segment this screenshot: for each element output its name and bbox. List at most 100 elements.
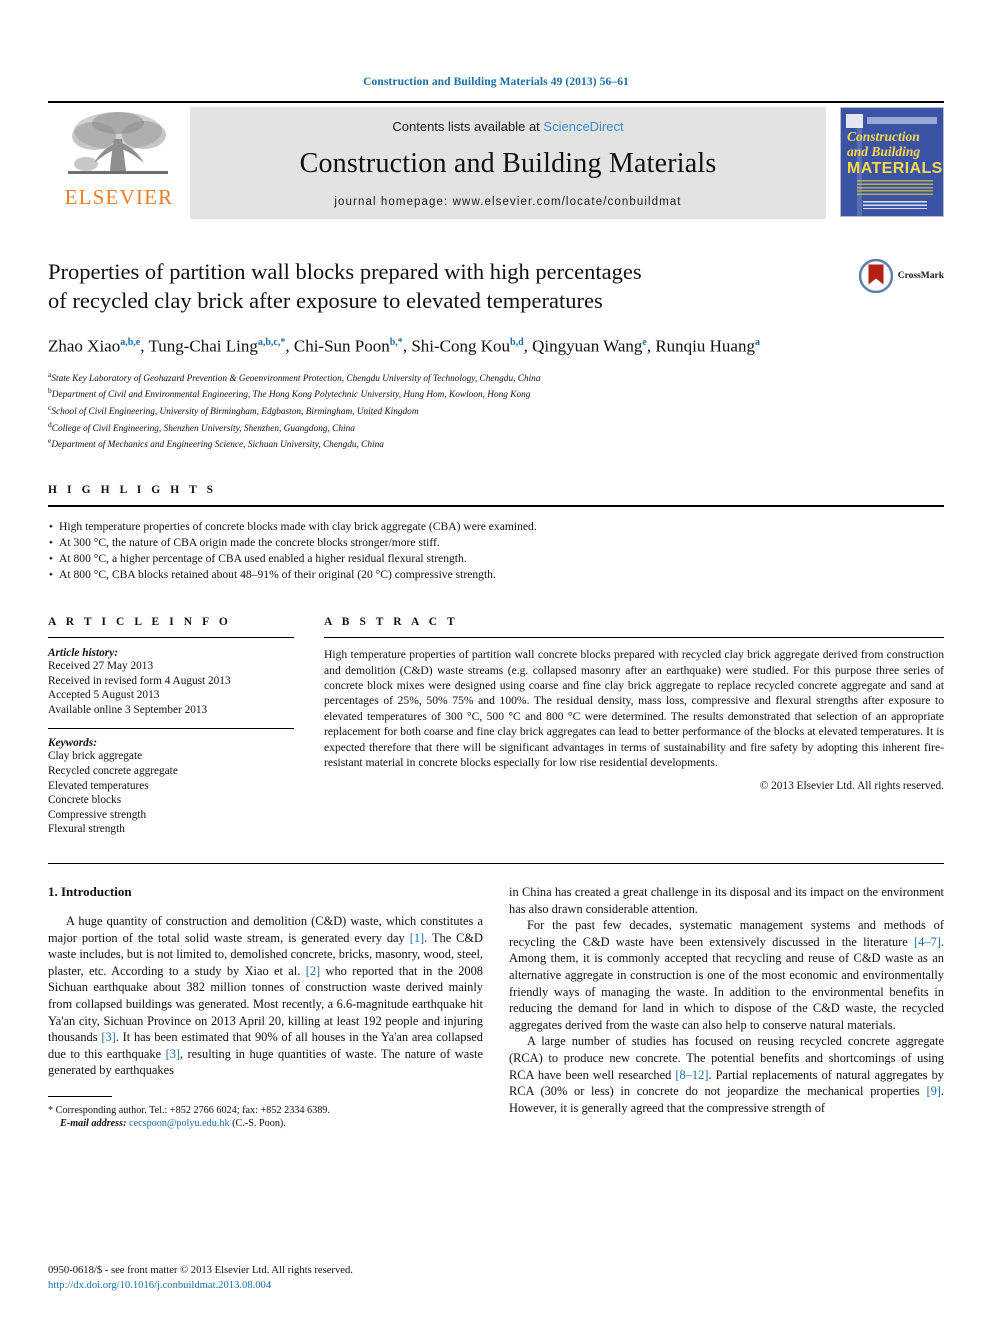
intro-paragraph-2: For the past few decades, systematic man…: [509, 917, 944, 1033]
cover-subtext-block: [857, 180, 933, 196]
author-affiliation-marker: b,d: [510, 337, 524, 348]
keywords-lines: Clay brick aggregate Recycled concrete ag…: [48, 749, 294, 837]
page-title: Properties of partition wall blocks prep…: [48, 257, 824, 315]
author-affiliation-marker: b,*: [389, 337, 403, 348]
abstract-rule: [324, 637, 944, 639]
body-left-column: 1. Introduction A huge quantity of const…: [48, 884, 483, 1131]
masthead-center-panel: Contents lists available at ScienceDirec…: [190, 107, 826, 219]
email-link[interactable]: cecspoon@polyu.edu.hk: [129, 1118, 229, 1129]
affiliation-text: School of Civil Engineering, University …: [51, 407, 419, 418]
keyword-item: Recycled concrete aggregate: [48, 765, 178, 778]
cover-title-line1: Construction: [847, 129, 920, 144]
journal-masthead: ELSEVIER Contents lists available at Sci…: [48, 101, 944, 221]
highlight-item: At 800 °C, a higher percentage of CBA us…: [48, 551, 944, 567]
info-abstract-row: A R T I C L E I N F O Article history: R…: [48, 616, 944, 837]
intro-paragraph-1-continued: in China has created a great challenge i…: [509, 885, 944, 916]
corresponding-author-note: * Corresponding author. Tel.: +852 2766 …: [48, 1104, 478, 1131]
email-line: E-mail address: cecspoon@polyu.edu.hk (C…: [48, 1117, 478, 1130]
citation-ref-8-12[interactable]: [8–12]: [675, 1068, 708, 1082]
running-head: Construction and Building Materials 49 (…: [363, 76, 629, 88]
citation-ref-3b[interactable]: [3]: [166, 1047, 180, 1061]
citation-ref-2[interactable]: [2]: [306, 964, 320, 978]
article-info-column: A R T I C L E I N F O Article history: R…: [48, 616, 294, 837]
highlights-heading: H I G H L I G H T S: [48, 484, 217, 497]
keyword-item: Compressive strength: [48, 808, 147, 821]
affiliation-item: eDepartment of Mechanics and Engineering…: [48, 435, 944, 452]
citation-ref-9[interactable]: [9]: [926, 1084, 940, 1098]
cover-top-bar: [867, 117, 937, 124]
contents-available-line: Contents lists available at ScienceDirec…: [392, 119, 623, 134]
footnote-rule: [48, 1095, 112, 1104]
article-history-item: Received in revised form 4 August 2013: [48, 674, 231, 687]
body-separator-rule: [48, 863, 944, 865]
article-history-item: Received 27 May 2013: [48, 660, 154, 673]
page-footer: 0950-0618/$ - see front matter © 2013 El…: [48, 1264, 353, 1293]
journal-title: Construction and Building Materials: [299, 147, 717, 179]
affiliation-text: Department of Civil and Environmental En…: [51, 390, 531, 401]
abstract-column: A B S T R A C T High temperature propert…: [324, 616, 944, 837]
author-list: Zhao Xiaoa,b,e, Tung-Chai Linga,b,c,*, C…: [48, 336, 760, 356]
affiliation-text: College of Civil Engineering, Shenzhen U…: [51, 423, 355, 434]
author-affiliation-marker: a,b,e: [120, 337, 141, 348]
abstract-copyright: © 2013 Elsevier Ltd. All rights reserved…: [759, 780, 944, 793]
journal-homepage-link[interactable]: journal homepage: www.elsevier.com/locat…: [334, 196, 681, 208]
article-info-heading: A R T I C L E I N F O: [48, 616, 232, 629]
affiliation-text: Department of Mechanics and Engineering …: [51, 440, 384, 451]
affiliation-list: aState Key Laboratory of Geohazard Preve…: [48, 369, 944, 452]
journal-cover-thumbnail: Construction and Building MATERIALS: [840, 107, 944, 217]
citation-ref-4-7[interactable]: [4–7]: [914, 935, 941, 949]
email-label: E-mail address:: [60, 1118, 127, 1130]
sciencedirect-link[interactable]: ScienceDirect: [543, 119, 623, 134]
author-affiliation-marker: a: [754, 337, 760, 348]
cover-footer-block: [863, 201, 927, 209]
article-history-item: Available online 3 September 2013: [48, 703, 208, 716]
affiliation-item: bDepartment of Civil and Environmental E…: [48, 385, 944, 402]
title-line-1: Properties of partition wall blocks prep…: [48, 259, 642, 284]
corresponding-author-line: * Corresponding author. Tel.: +852 2766 …: [48, 1104, 330, 1116]
affiliation-item: aState Key Laboratory of Geohazard Preve…: [48, 369, 944, 386]
affiliation-item: cSchool of Civil Engineering, University…: [48, 402, 944, 419]
cover-title-line3: MATERIALS: [847, 160, 943, 177]
highlight-item: High temperature properties of concrete …: [48, 519, 944, 535]
article-history-item: Accepted 5 August 2013: [48, 689, 160, 702]
author-affiliation-marker: e: [642, 337, 647, 348]
keyword-item: Clay brick aggregate: [48, 750, 143, 763]
doi-link[interactable]: http://dx.doi.org/10.1016/j.conbuildmat.…: [48, 1279, 353, 1294]
body-two-columns: 1. Introduction A huge quantity of const…: [48, 884, 944, 1131]
citation-ref-1[interactable]: [1]: [410, 931, 424, 945]
crossmark-badge[interactable]: CrossMark: [858, 259, 944, 293]
elsevier-tree-icon: [68, 112, 168, 174]
author-name: Tung-Chai Ling: [148, 336, 258, 356]
article-history-block: Article history: Received 27 May 2013 Rec…: [48, 647, 294, 717]
intro-paragraph-1: A huge quantity of construction and demo…: [48, 913, 483, 1079]
citation-ref-3a[interactable]: [3]: [101, 1030, 115, 1044]
article-info-rule: [48, 637, 294, 639]
crossmark-label: CrossMark: [897, 271, 944, 281]
body-right-column: in China has created a great challenge i…: [509, 884, 944, 1131]
author-name: Chi-Sun Poon: [293, 336, 390, 356]
highlight-item: At 800 °C, CBA blocks retained about 48–…: [48, 567, 944, 583]
article-history-lines: Received 27 May 2013 Received in revised …: [48, 659, 294, 717]
abstract-text: High temperature properties of partition…: [324, 648, 944, 769]
author-affiliation-marker: a,b,c,*: [257, 337, 286, 348]
keyword-item: Flexural strength: [48, 823, 125, 836]
abstract-heading: A B S T R A C T: [324, 616, 459, 629]
author-name: Qingyuan Wang: [532, 336, 643, 356]
article-history-label: Article history:: [48, 647, 118, 660]
intro-p2-text-a: For the past few decades, systematic man…: [509, 918, 944, 949]
intro-paragraph-3: A large number of studies has focused on…: [509, 1033, 944, 1116]
affiliation-item: dCollege of Civil Engineering, Shenzhen …: [48, 419, 944, 436]
keywords-block: Keywords: Clay brick aggregate Recycled c…: [48, 737, 294, 837]
highlights-section: H I G H L I G H T S High temperature pro…: [48, 484, 944, 583]
section-title-introduction: 1. Introduction: [48, 884, 132, 900]
elsevier-wordmark: ELSEVIER: [64, 185, 174, 209]
keywords-label: Keywords:: [48, 737, 97, 750]
intro-p2-text-b: . Among them, it is commonly accepted th…: [509, 934, 944, 1032]
cover-title-line2: and Building: [847, 144, 921, 159]
highlight-item: At 300 °C, the nature of CBA origin made…: [48, 535, 944, 551]
contents-prefix: Contents lists available at: [392, 118, 540, 134]
keyword-item: Elevated temperatures: [48, 779, 149, 792]
author-name: Zhao Xiao: [48, 336, 121, 356]
article-info-divider: [48, 728, 294, 730]
title-line-2: of recycled clay brick after exposure to…: [48, 288, 603, 313]
